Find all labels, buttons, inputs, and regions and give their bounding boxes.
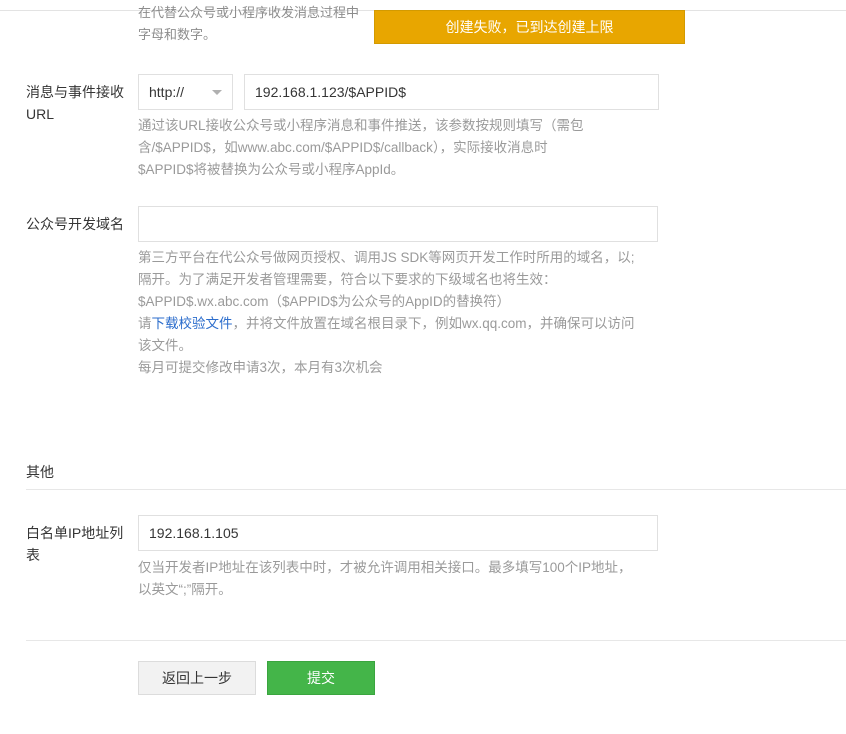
domain-label: 公众号开发域名	[26, 216, 124, 232]
hint-line-with-link: 请下载校验文件，并将文件放置在域名根目录下，例如wx.qq.com，并确保可以访…	[138, 313, 663, 335]
whitelist-label: 白名单IP地址列表	[26, 525, 124, 563]
domain-hint: 第三方平台在代公众号做网页授权、调用JS SDK等网页开发工作时所用的域名，以;…	[138, 247, 663, 379]
section-divider	[26, 489, 846, 490]
hint-line: $APPID$将被替换为公众号或小程序AppId。	[138, 162, 405, 177]
caret-down-icon	[212, 90, 222, 95]
protocol-value: http://	[149, 84, 185, 100]
msg-url-label: 消息与事件接收URL	[26, 84, 124, 122]
hint-line: $APPID$.wx.abc.com（$APPID$为公众号的AppID的替换符…	[138, 294, 511, 309]
footer-divider	[26, 640, 846, 641]
submit-button[interactable]: 提交	[267, 661, 375, 695]
msg-url-hint: 通过该URL接收公众号或小程序消息和事件推送，该参数按规则填写（需包 含/$AP…	[138, 115, 663, 181]
hint-line: 该文件。	[138, 338, 192, 353]
download-verify-file-link[interactable]: 下载校验文件	[152, 316, 233, 331]
protocol-select[interactable]: http://	[138, 74, 233, 110]
hint-line: 仅当开发者IP地址在该列表中时，才被允许调用相关接口。最多填写100个IP地址，	[138, 560, 632, 575]
hint-line: 第三方平台在代公众号做网页授权、调用JS SDK等网页开发工作时所用的域名，以;	[138, 250, 635, 265]
hint-suffix: ，并将文件放置在域名根目录下，例如wx.qq.com，并确保可以访问	[232, 316, 635, 331]
msg-url-input[interactable]	[244, 74, 659, 110]
hint-line: 每月可提交修改申请3次，本月有3次机会	[138, 360, 383, 375]
whitelist-hint: 仅当开发者IP地址在该列表中时，才被允许调用相关接口。最多填写100个IP地址，…	[138, 557, 663, 601]
error-toast: 创建失败，已到达创建上限	[374, 10, 685, 44]
back-button[interactable]: 返回上一步	[138, 661, 256, 695]
hint-line: 含/$APPID$，如www.abc.com/$APPID$/callback）…	[138, 140, 548, 155]
section-title-other: 其他	[26, 464, 54, 480]
hint-line: 以英文“;”隔开。	[138, 582, 232, 597]
hint-prefix: 请	[138, 316, 152, 331]
hint-line: 通过该URL接收公众号或小程序消息和事件推送，该参数按规则填写（需包	[138, 118, 584, 133]
domain-input[interactable]	[138, 206, 658, 242]
submit-button-label: 提交	[307, 670, 335, 686]
whitelist-input[interactable]	[138, 515, 658, 551]
hint-line: 隔开。为了满足开发者管理需要，符合以下要求的下级域名也将生效：	[138, 272, 557, 287]
back-button-label: 返回上一步	[162, 670, 232, 686]
toast-message: 创建失败，已到达创建上限	[445, 19, 614, 35]
